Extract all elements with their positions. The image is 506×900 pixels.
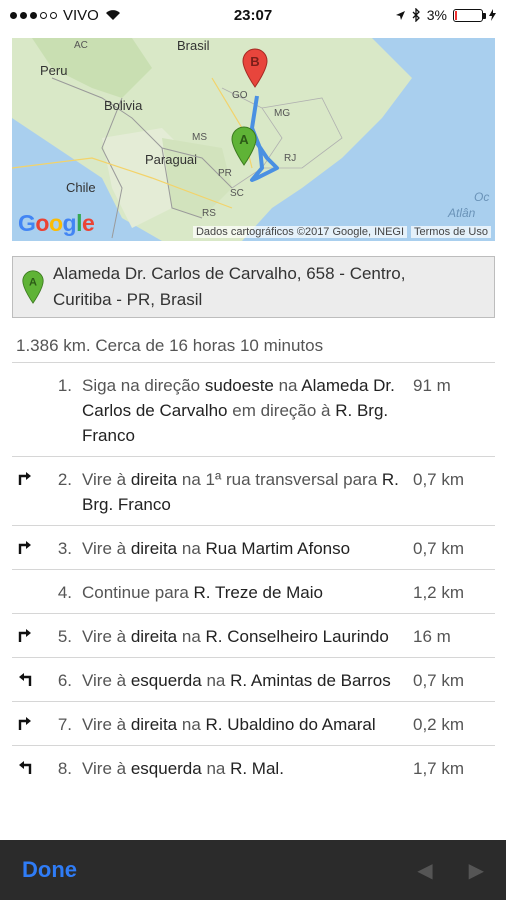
map-attribution: Dados cartográficos ©2017 Google, INEGI … — [192, 226, 491, 238]
map-label-brasil: Brasil — [177, 38, 210, 53]
map-label-paraguai: Paraguai — [145, 152, 198, 167]
map-label-sc: SC — [230, 188, 244, 199]
map-label-pr: PR — [218, 168, 232, 179]
turn-right-icon — [12, 467, 38, 486]
step-distance: 0,2 km — [413, 715, 465, 734]
pin-a-label: A — [239, 132, 249, 147]
map-label-ac: AC — [74, 40, 88, 51]
direction-step[interactable]: 5. Vire à direita na R. Conselheiro Laur… — [12, 613, 495, 657]
address-text: Alameda Dr. Carlos de Carvalho, 658 - Ce… — [53, 261, 405, 313]
next-arrow-icon[interactable]: ▶ — [469, 858, 484, 883]
signal-icon — [10, 11, 57, 19]
turn-right-icon — [12, 536, 38, 555]
step-icon-none — [12, 580, 38, 583]
charging-icon — [489, 9, 496, 21]
battery-icon — [453, 8, 486, 22]
direction-step[interactable]: 8. Vire à esquerda na R. Mal. 1,7 km — [12, 745, 495, 789]
step-distance: 0,7 km — [413, 470, 465, 489]
map-data-credit: Dados cartográficos ©2017 Google, INEGI — [192, 226, 408, 238]
route-summary: 1.386 km. Cerca de 16 horas 10 minutos — [16, 336, 324, 355]
status-bar: VIVO 23:07 3% — [0, 0, 506, 30]
address-line-1: Alameda Dr. Carlos de Carvalho, 658 - Ce… — [53, 264, 406, 283]
direction-step[interactable]: 6. Vire à esquerda na R. Amintas de Barr… — [12, 657, 495, 701]
directions-list: 1. Siga na direção sudoeste na Alameda D… — [12, 362, 495, 789]
wifi-icon — [105, 10, 120, 20]
direction-step[interactable]: 4. Continue para R. Treze de Maio 1,2 km — [12, 569, 495, 613]
destination-pin-icon[interactable]: B — [241, 48, 269, 88]
step-number: 2. — [57, 470, 72, 489]
step-distance: 1,2 km — [413, 583, 465, 602]
step-text: Siga na direção sudoeste na Alameda Dr. … — [82, 376, 395, 445]
step-number: 6. — [57, 671, 72, 690]
step-text: Vire à direita na Rua Martim Afonso — [82, 539, 351, 558]
step-number: 3. — [57, 539, 72, 558]
step-text: Vire à direita na R. Ubaldino do Amaral — [82, 715, 376, 734]
origin-marker-label: A — [29, 276, 37, 288]
step-text: Vire à esquerda na R. Mal. — [82, 759, 284, 778]
step-text: Vire à direita na 1ª rua transversal par… — [82, 470, 399, 514]
step-number: 4. — [57, 583, 72, 602]
map-label-chile: Chile — [66, 180, 96, 195]
carrier-label: VIVO — [63, 6, 99, 24]
direction-step[interactable]: 3. Vire à direita na Rua Martim Afonso 0… — [12, 525, 495, 569]
turn-right-icon — [12, 712, 38, 731]
step-text: Vire à direita na R. Conselheiro Laurind… — [82, 627, 389, 646]
step-number: 5. — [57, 627, 72, 646]
origin-marker-icon: A — [22, 270, 44, 304]
step-distance: 16 m — [413, 627, 451, 646]
step-icon-none — [12, 373, 38, 376]
step-number: 1. — [57, 376, 72, 395]
step-number: 8. — [57, 759, 72, 778]
previous-arrow-icon[interactable]: ◀ — [417, 858, 432, 883]
turn-left-icon — [12, 668, 38, 687]
map-label-peru: Peru — [40, 63, 68, 78]
terms-of-use-link[interactable]: Termos de Uso — [411, 226, 491, 238]
origin-pin-icon[interactable]: A — [230, 126, 258, 166]
step-text: Vire à esquerda na R. Amintas de Barros — [82, 671, 391, 690]
bluetooth-icon — [412, 8, 420, 22]
map-label-go: GO — [232, 90, 248, 101]
done-button[interactable]: Done — [22, 857, 77, 883]
map-label-rs: RS — [202, 208, 216, 219]
step-distance: 91 m — [413, 376, 451, 395]
map-label-atlantic: Atlân — [448, 206, 476, 220]
step-distance: 0,7 km — [413, 539, 465, 558]
status-left: VIVO — [10, 7, 121, 24]
address-line-2: Curitiba - PR, Brasil — [53, 290, 203, 309]
status-right: 3% — [395, 7, 496, 23]
direction-step[interactable]: 2. Vire à direita na 1ª rua transversal … — [12, 456, 495, 525]
step-distance: 0,7 km — [413, 671, 465, 690]
step-text: Continue para R. Treze de Maio — [82, 583, 323, 602]
map-label-ms: MS — [192, 132, 207, 143]
step-number: 7. — [57, 715, 72, 734]
origin-address: A Alameda Dr. Carlos de Carvalho, 658 - … — [12, 256, 495, 318]
turn-left-icon — [12, 756, 38, 775]
map-label-rj: RJ — [284, 153, 297, 164]
step-distance: 1,7 km — [413, 759, 465, 778]
direction-step[interactable]: 7. Vire à direita na R. Ubaldino do Amar… — [12, 701, 495, 745]
location-arrow-icon — [395, 10, 405, 20]
route-map[interactable]: AC Brasil Peru Bolivia Paraguai Chile GO… — [12, 38, 495, 241]
turn-right-icon — [12, 624, 38, 643]
google-logo: Google — [18, 210, 95, 236]
battery-percent: 3% — [426, 7, 447, 23]
map-label-ocean: Oc — [474, 190, 490, 204]
map-label-mg: MG — [274, 108, 291, 119]
step-navigation: ◀ ▶ — [417, 858, 484, 883]
direction-step[interactable]: 1. Siga na direção sudoeste na Alameda D… — [12, 362, 495, 456]
pin-b-label: B — [250, 54, 259, 69]
status-time: 23:07 — [233, 6, 273, 24]
map-label-bolivia: Bolivia — [104, 98, 143, 113]
bottom-toolbar: Done ◀ ▶ — [0, 840, 506, 900]
